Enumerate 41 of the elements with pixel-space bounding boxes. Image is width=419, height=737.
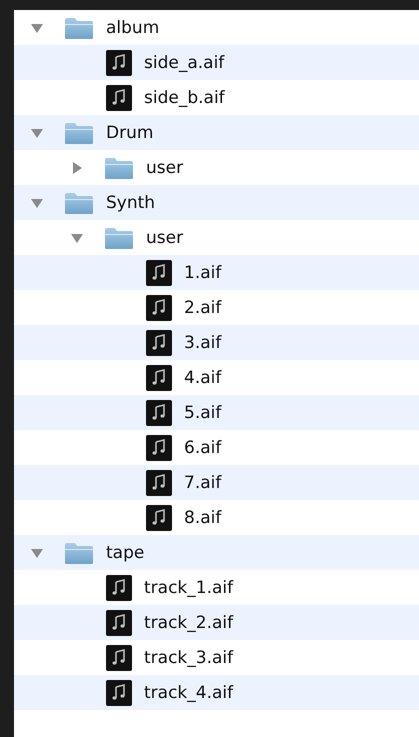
file-name[interactable]: track_2.aif: [144, 612, 234, 632]
music-note-icon: [146, 330, 172, 356]
folder-icon: [64, 190, 94, 214]
music-note-icon: [106, 644, 132, 670]
music-note-icon: [106, 84, 132, 110]
file-name[interactable]: 8.aif: [184, 508, 222, 528]
file-name[interactable]: 7.aif: [184, 472, 222, 492]
music-note-icon: [106, 610, 132, 636]
music-note-icon: [146, 400, 172, 426]
folder-name[interactable]: user: [146, 228, 184, 248]
folder-name[interactable]: tape: [106, 542, 144, 562]
music-note-icon: [146, 504, 172, 530]
music-note-icon: [146, 434, 172, 460]
file-name[interactable]: 3.aif: [184, 332, 222, 352]
folder-icon: [64, 16, 94, 40]
music-note-icon: [146, 260, 172, 286]
folder-name[interactable]: Drum: [106, 122, 154, 142]
folder-icon: [104, 156, 134, 180]
music-note-icon: [146, 294, 172, 320]
folder-icon: [64, 120, 94, 144]
file-name[interactable]: 1.aif: [184, 262, 222, 282]
file-name[interactable]: side_b.aif: [144, 88, 225, 108]
folder-name[interactable]: Synth: [106, 192, 156, 212]
music-note-icon: [106, 50, 132, 76]
music-note-icon: [106, 574, 132, 600]
file-name[interactable]: track_1.aif: [144, 578, 234, 598]
folder-name[interactable]: user: [146, 158, 184, 178]
music-note-icon: [146, 470, 172, 496]
music-note-icon: [106, 680, 132, 706]
folder-icon: [64, 540, 94, 564]
file-name[interactable]: track_3.aif: [144, 648, 234, 668]
music-note-icon: [146, 364, 172, 390]
disclosure-triangle-icon[interactable]: [70, 160, 84, 174]
file-name[interactable]: 4.aif: [184, 368, 222, 388]
file-name[interactable]: 5.aif: [184, 402, 222, 422]
file-name[interactable]: side_a.aif: [144, 52, 224, 72]
folder-icon: [104, 226, 134, 250]
folder-name[interactable]: album: [106, 18, 160, 38]
file-name[interactable]: track_4.aif: [144, 682, 234, 702]
file-name[interactable]: 6.aif: [184, 438, 222, 458]
file-name[interactable]: 2.aif: [184, 298, 222, 318]
